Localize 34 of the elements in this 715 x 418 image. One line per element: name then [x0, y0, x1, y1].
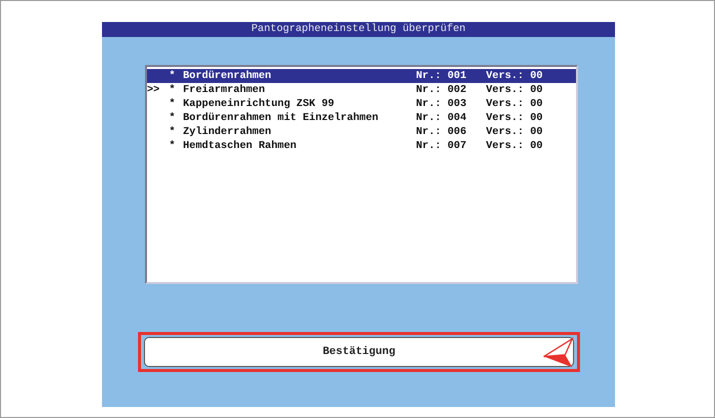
bullet-mark: *	[169, 139, 176, 153]
item-name: Zylinderrahmen	[183, 125, 272, 139]
list-item[interactable]: * Bordürenrahmen mit Einzelrahmen Nr.: 004 Vers.: 00	[147, 111, 576, 125]
item-version: Vers.: 00	[486, 111, 544, 125]
bullet-mark: *	[169, 69, 176, 83]
list-item[interactable]: * Zylinderrahmen Nr.: 006 Vers.: 00	[147, 125, 576, 139]
item-version: Vers.: 00	[486, 139, 544, 153]
list-item[interactable]: * Bordürenrahmen Nr.: 001 Vers.: 00	[147, 69, 576, 83]
window-title: Pantographeneinstellung überprüfen	[102, 22, 615, 37]
item-name: Freiarmrahmen	[183, 83, 266, 97]
item-number: Nr.: 001	[416, 69, 468, 83]
item-number: Nr.: 002	[416, 83, 468, 97]
item-name: Kappeneinrichtung ZSK 99	[183, 97, 336, 111]
bullet-mark: *	[169, 125, 176, 139]
item-name: Bordürenrahmen	[183, 69, 272, 83]
item-version: Vers.: 00	[486, 125, 544, 139]
list-item[interactable]: * Kappeneinrichtung ZSK 99 Nr.: 003 Vers.: 00	[147, 97, 576, 111]
confirm-button[interactable]: Bestätigung	[144, 337, 574, 367]
list-item[interactable]: >> * Freiarmrahmen Nr.: 002 Vers.: 00	[147, 83, 576, 97]
item-version: Vers.: 00	[486, 83, 544, 97]
item-version: Vers.: 00	[486, 97, 544, 111]
current-marker: >>	[147, 83, 161, 97]
item-number: Nr.: 006	[416, 125, 468, 139]
item-number: Nr.: 004	[416, 111, 468, 125]
item-name: Hemdtaschen Rahmen	[183, 139, 298, 153]
item-version: Vers.: 00	[486, 69, 544, 83]
list-item[interactable]: * Hemdtaschen Rahmen Nr.: 007 Vers.: 00	[147, 139, 576, 153]
bullet-mark: *	[169, 83, 176, 97]
bullet-mark: *	[169, 111, 176, 125]
item-number: Nr.: 003	[416, 97, 468, 111]
bullet-mark: *	[169, 97, 176, 111]
item-name: Bordürenrahmen mit Einzelrahmen	[183, 111, 380, 125]
item-number: Nr.: 007	[416, 139, 468, 153]
pointer-icon	[541, 337, 575, 369]
